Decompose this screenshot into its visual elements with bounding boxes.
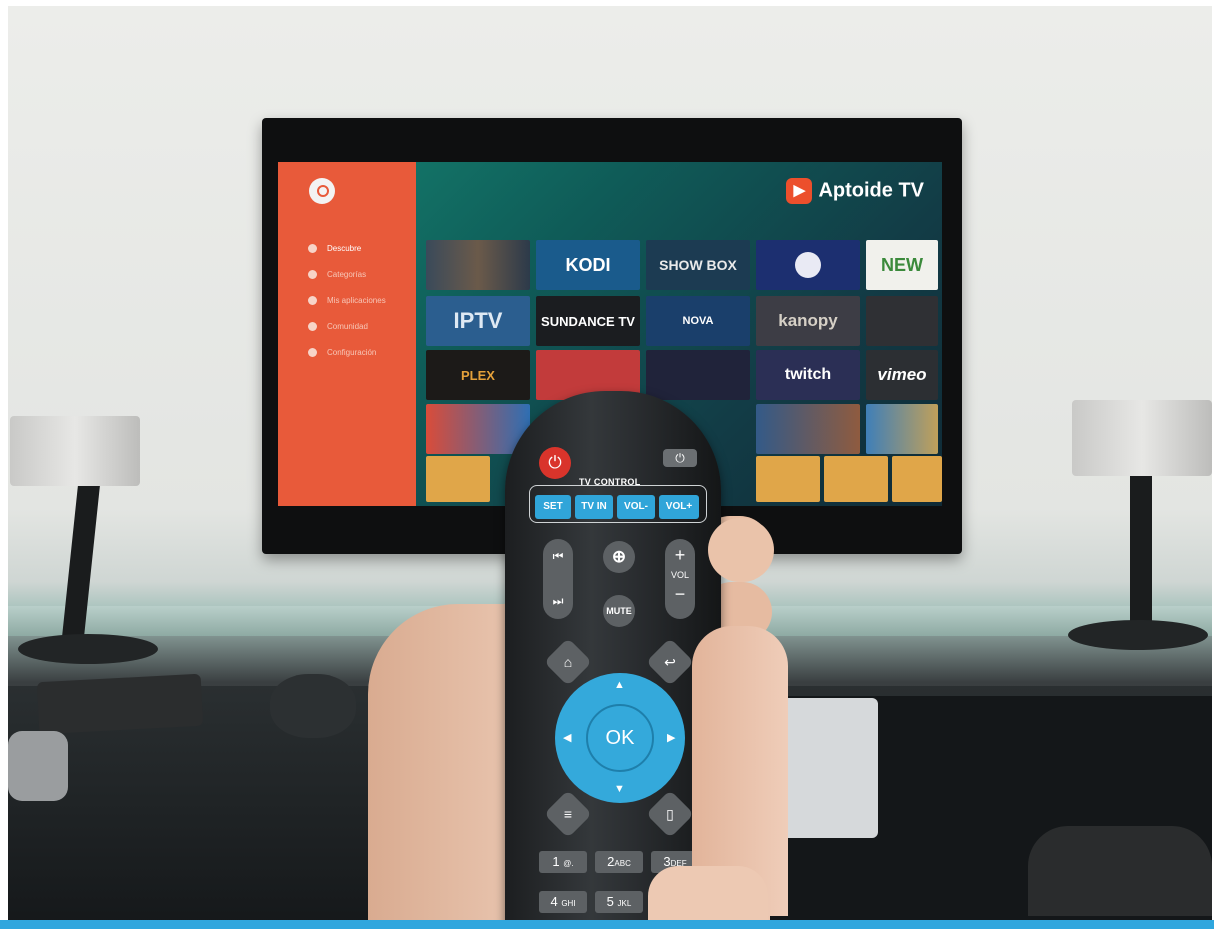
categories-icon — [308, 270, 317, 280]
volume-rocker[interactable]: + VOL − — [665, 539, 695, 619]
key-1[interactable]: 1 @. — [539, 851, 587, 873]
media-skip-rocker[interactable]: ⏮ ⏭ — [543, 539, 573, 619]
home-button[interactable]: ⌂ — [543, 637, 593, 687]
menu-item-categories[interactable]: Categorías — [308, 270, 366, 280]
apps-icon — [308, 296, 317, 306]
menu-item-community[interactable]: Comunidad — [308, 322, 368, 332]
tools-icon[interactable] — [756, 456, 820, 502]
vol-down-tv-button[interactable]: VOL- — [617, 495, 655, 519]
vol-label: VOL — [670, 570, 689, 580]
key-4[interactable]: 4 GHI — [539, 891, 587, 913]
aptoide-tv-logo: ▶ Aptoide TV — [786, 178, 924, 204]
photo-icon[interactable] — [824, 456, 888, 502]
app-tile-vimeo[interactable]: vimeo — [866, 350, 938, 400]
compass-icon — [308, 244, 317, 254]
app-tile-news[interactable]: NEW — [866, 240, 938, 290]
app-tile-game-2[interactable] — [756, 404, 860, 454]
vol-up-tv-button[interactable]: VOL+ — [659, 495, 699, 519]
app-tile-sundance[interactable]: SUNDANCE TV — [536, 296, 640, 346]
previous-track-icon: ⏮ — [552, 549, 564, 563]
app-tile-plex[interactable]: PLEX — [426, 350, 530, 400]
app-tile-iptv[interactable]: IPTV — [426, 296, 530, 346]
next-track-icon: ⏭ — [552, 594, 564, 608]
grid-icon[interactable] — [426, 456, 490, 502]
headphones — [1028, 826, 1212, 916]
remote-control: ⏻ ⏻ TV CONTROL SET TV IN VOL- VOL+ ⏮ ⏭ ⊕… — [505, 391, 721, 920]
key-5[interactable]: 5 JKL — [595, 891, 643, 913]
arrow-up-icon[interactable]: ▲ — [614, 679, 625, 691]
vol-plus-label: + — [674, 545, 686, 565]
power-icon: ⏻ — [548, 453, 562, 472]
globe-icon: ⊕ — [611, 547, 627, 566]
aptoide-logo-icon: ▶ — [786, 178, 813, 204]
arrow-down-icon[interactable]: ▼ — [614, 783, 625, 795]
set-button[interactable]: SET — [535, 495, 571, 519]
tv-power-button[interactable]: ⏻ — [663, 449, 697, 467]
arrow-left-icon[interactable]: ◀ — [563, 731, 571, 744]
app-tile-media[interactable] — [426, 240, 530, 290]
dpad[interactable]: ▲ ▼ ◀ ▶ OK — [555, 673, 685, 803]
left-lamp — [8, 406, 168, 676]
thumb — [708, 518, 774, 582]
globe-button[interactable]: ⊕ — [603, 541, 635, 573]
power-icon: ⏻ — [675, 451, 685, 465]
community-icon — [308, 322, 317, 332]
wallet — [36, 673, 204, 735]
app-tile-twitch[interactable]: twitch — [756, 350, 860, 400]
arrow-right-icon[interactable]: ▶ — [667, 731, 675, 744]
home-icon: ⌂ — [563, 654, 573, 670]
photo-frame: Descubre Categorías Mis aplicaciones Com… — [8, 6, 1212, 920]
mouse-button[interactable]: ▯ — [645, 789, 695, 839]
aptoide-sidebar: Descubre Categorías Mis aplicaciones Com… — [278, 162, 416, 506]
vol-minus-label: − — [674, 584, 686, 604]
menu-item-settings[interactable]: Configuración — [308, 348, 376, 358]
back-button[interactable]: ↩ — [645, 637, 695, 687]
power-button[interactable]: ⏻ — [539, 447, 571, 479]
key-2[interactable]: 2ABC — [595, 851, 643, 873]
app-tile-game-3[interactable] — [866, 404, 938, 454]
menu-item-discover[interactable]: Descubre — [308, 244, 361, 254]
menu-button[interactable]: ≡ — [543, 789, 593, 839]
tv-in-button[interactable]: TV IN — [575, 495, 613, 519]
app-tile-3[interactable] — [646, 350, 750, 400]
menu-item-my-apps[interactable]: Mis aplicaciones — [308, 296, 386, 306]
mute-button[interactable]: MUTE — [603, 595, 635, 627]
menu-icon: ≡ — [563, 806, 573, 822]
back-icon: ↩ — [664, 654, 676, 670]
search-icon[interactable] — [309, 178, 335, 204]
gear-icon — [308, 348, 317, 358]
bottom-accent-strip — [0, 920, 1214, 929]
watch — [8, 731, 68, 801]
right-lamp — [1058, 396, 1212, 666]
app-tile-kodi[interactable]: KODI — [536, 240, 640, 290]
app-tile-showbox[interactable]: SHOW BOX — [646, 240, 750, 290]
app-tile-kanopy[interactable]: kanopy — [756, 296, 860, 346]
app-tile-blank[interactable] — [866, 296, 938, 346]
headphones-icon[interactable] — [892, 456, 942, 502]
app-tile-nova[interactable]: NOVA — [646, 296, 750, 346]
ok-button[interactable]: OK — [586, 704, 654, 772]
palm — [648, 866, 768, 920]
mouse-icon: ▯ — [666, 806, 674, 822]
live-tv-icon — [795, 252, 821, 278]
app-tile-live[interactable] — [756, 240, 860, 290]
